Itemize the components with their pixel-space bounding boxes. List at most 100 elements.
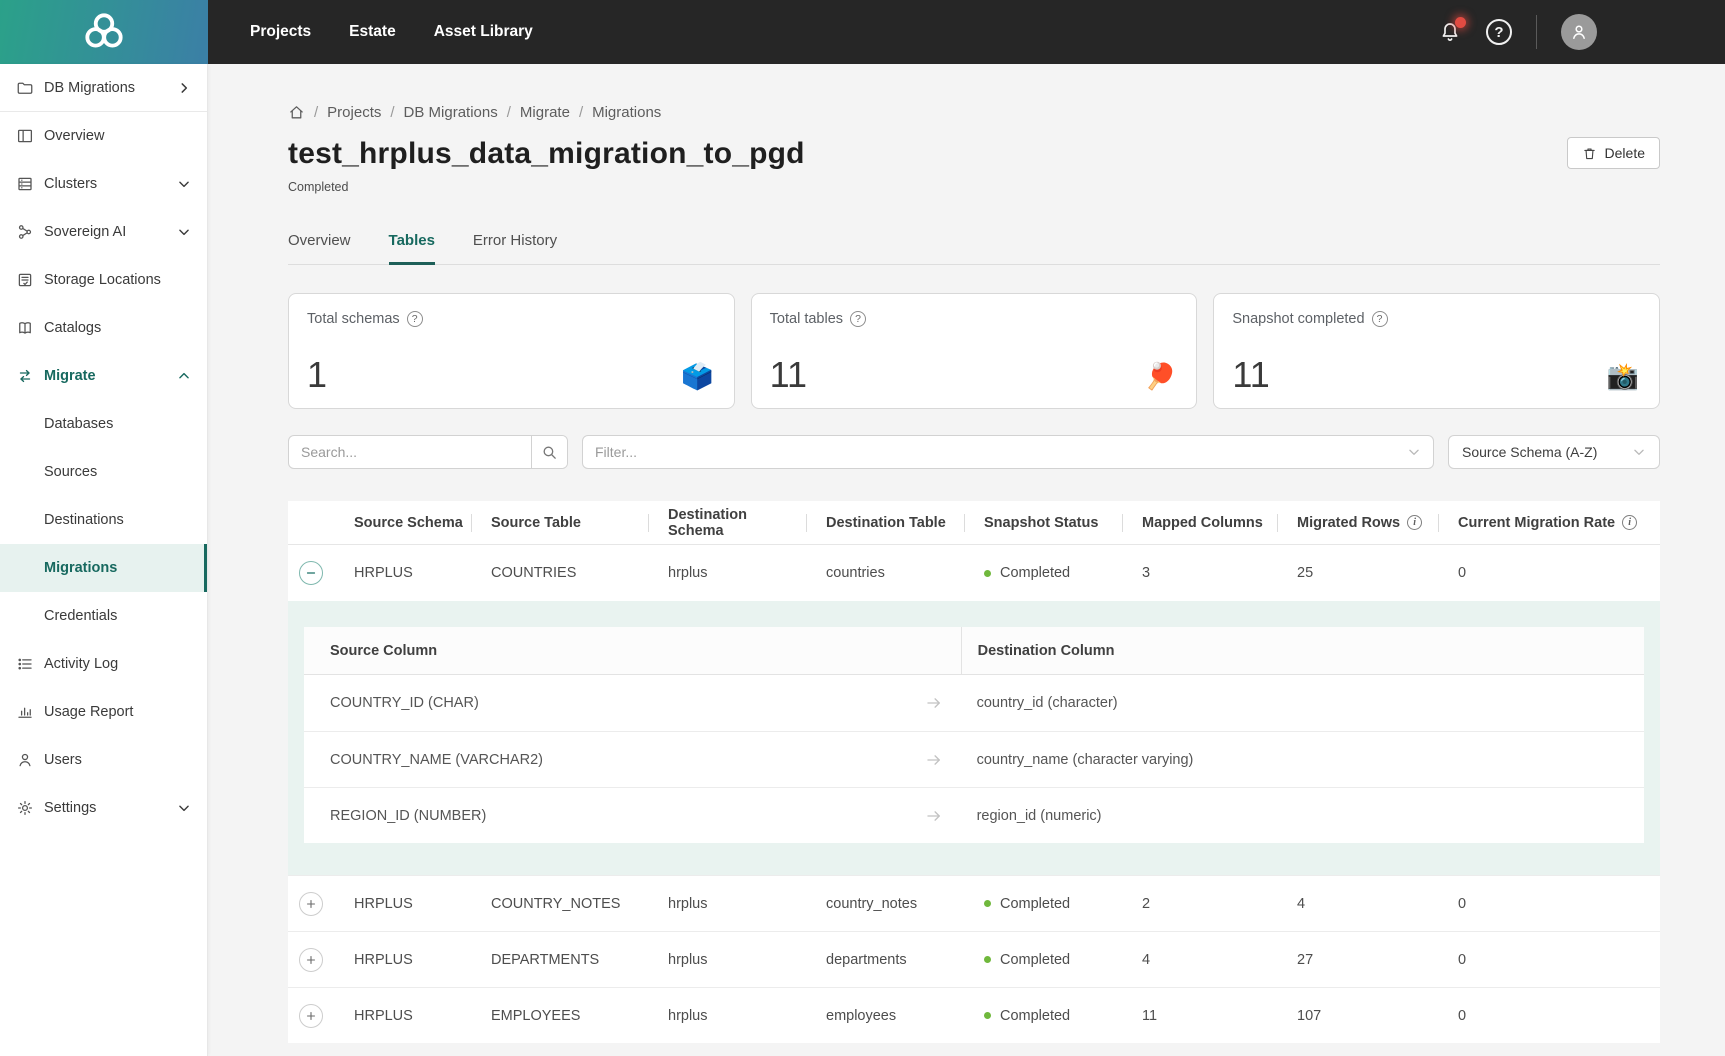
col-destination-column: Destination Column [961, 627, 1644, 674]
sort-select[interactable]: Source Schema (A-Z) [1448, 435, 1660, 469]
app-root: Projects Estate Asset Library ? [0, 0, 1725, 1056]
migration-status-text: Completed [288, 180, 805, 194]
clusters-icon [16, 175, 34, 193]
sidebar-item-sources[interactable]: Sources [0, 448, 207, 496]
sidebar-item-activity-log[interactable]: Activity Log [0, 640, 207, 688]
column-mapping-panel: Source Column Destination Column COUNTRY… [288, 601, 1660, 875]
migrate-sync-icon [16, 367, 34, 385]
column-mapping-table: Source Column Destination Column COUNTRY… [304, 627, 1644, 843]
table-row: HRPLUS EMPLOYEES hrplus employees Comple… [288, 987, 1660, 1043]
info-icon[interactable]: i [1622, 515, 1637, 530]
top-navbar: Projects Estate Asset Library ? [0, 0, 1725, 64]
brand-logo[interactable] [0, 0, 208, 64]
sidebar-item-migrate[interactable]: Migrate [0, 352, 207, 400]
tab-error-history[interactable]: Error History [473, 232, 557, 264]
col-migrated-rows: Migrated Rowsi [1277, 501, 1438, 544]
arrow-right-icon [925, 751, 943, 769]
overview-icon [16, 127, 34, 145]
users-person-icon [16, 751, 34, 769]
ping-pong-emoji-icon: 🏓 [1144, 361, 1176, 392]
sidebar-item-credentials[interactable]: Credentials [0, 592, 207, 640]
expand-row-button[interactable] [299, 1004, 323, 1028]
folder-icon [16, 79, 34, 97]
table-controls: Source Schema (A-Z) [288, 435, 1660, 469]
tab-bar: Overview Tables Error History [288, 232, 1660, 265]
primary-nav: Projects Estate Asset Library [250, 0, 533, 64]
status-dot-icon [984, 570, 991, 577]
status-badge: Completed [964, 896, 1122, 912]
sidebar-item-migrations[interactable]: Migrations [0, 544, 207, 592]
chevron-down-icon [1632, 445, 1646, 459]
sovereign-ai-icon [16, 223, 34, 241]
help-tooltip-icon[interactable]: ? [850, 311, 866, 327]
expand-row-button[interactable] [299, 948, 323, 972]
sidebar-item-overview[interactable]: Overview [0, 112, 207, 160]
notifications-bell-icon[interactable] [1438, 20, 1462, 44]
sidebar-item-settings[interactable]: Settings [0, 784, 207, 832]
breadcrumb-migrations[interactable]: Migrations [592, 104, 661, 121]
stat-cards: Total schemas ? 1 🗳️ Total tables ? 11 🏓 [288, 293, 1660, 409]
col-current-migration-rate: Current Migration Ratei [1438, 501, 1660, 544]
info-icon[interactable]: i [1407, 515, 1422, 530]
mapping-header-row: Source Column Destination Column [304, 627, 1644, 675]
expand-row-button[interactable] [299, 892, 323, 916]
sidebar-item-storage-locations[interactable]: Storage Locations [0, 256, 207, 304]
sidebar-item-sovereign-ai[interactable]: Sovereign AI [0, 208, 207, 256]
tab-tables[interactable]: Tables [389, 232, 435, 265]
nav-link-estate[interactable]: Estate [349, 23, 396, 41]
chevron-down-icon [177, 801, 191, 815]
migration-tables-table: Source Schema Source Table Destination S… [288, 501, 1660, 1043]
table-row: HRPLUS COUNTRY_NOTES hrplus country_note… [288, 875, 1660, 931]
chevron-down-icon [177, 225, 191, 239]
home-icon[interactable] [288, 104, 305, 121]
table-header-row: Source Schema Source Table Destination S… [288, 501, 1660, 545]
help-icon[interactable]: ? [1486, 19, 1512, 45]
nav-link-asset-library[interactable]: Asset Library [434, 23, 533, 41]
navbar-divider [1536, 15, 1537, 49]
help-tooltip-icon[interactable]: ? [407, 311, 423, 327]
stat-card-snapshot-completed: Snapshot completed ? 11 📸 [1213, 293, 1660, 409]
breadcrumb-db-migrations[interactable]: DB Migrations [404, 104, 498, 121]
camera-emoji-icon: 📸 [1607, 361, 1639, 392]
filter-input[interactable] [595, 444, 1407, 460]
ballot-box-emoji-icon: 🗳️ [681, 361, 713, 392]
delete-button[interactable]: Delete [1567, 137, 1660, 169]
search-input[interactable] [289, 436, 531, 468]
stat-card-total-tables: Total tables ? 11 🏓 [751, 293, 1198, 409]
search-group [288, 435, 568, 469]
sidebar-item-db-migrations[interactable]: DB Migrations [0, 64, 207, 112]
search-icon[interactable] [531, 436, 567, 468]
col-destination-schema: Destination Schema [648, 501, 806, 544]
user-avatar[interactable] [1561, 14, 1597, 50]
filter-combobox [582, 435, 1434, 469]
breadcrumb-projects[interactable]: Projects [327, 104, 381, 121]
nav-link-projects[interactable]: Projects [250, 23, 311, 41]
status-dot-icon [984, 1012, 991, 1019]
chevron-up-icon [177, 369, 191, 383]
breadcrumb-migrate[interactable]: Migrate [520, 104, 570, 121]
total-schemas-value: 1 [307, 354, 327, 396]
catalogs-book-icon [16, 319, 34, 337]
sidebar-item-usage-report[interactable]: Usage Report [0, 688, 207, 736]
storage-icon [16, 271, 34, 289]
sidebar-item-destinations[interactable]: Destinations [0, 496, 207, 544]
mapping-row: COUNTRY_NAME (VARCHAR2) country_name (ch… [304, 731, 1644, 787]
collapse-row-button[interactable] [299, 561, 323, 585]
col-source-column: Source Column [304, 627, 961, 674]
activity-log-icon [16, 655, 34, 673]
sidebar-item-clusters[interactable]: Clusters [0, 160, 207, 208]
col-source-schema: Source Schema [334, 501, 471, 544]
sidebar-item-databases[interactable]: Databases [0, 400, 207, 448]
mapping-row: REGION_ID (NUMBER) region_id (numeric) [304, 787, 1644, 843]
help-tooltip-icon[interactable]: ? [1372, 311, 1388, 327]
trash-icon [1582, 146, 1597, 161]
table-row: HRPLUS DEPARTMENTS hrplus departments Co… [288, 931, 1660, 987]
chevron-down-icon[interactable] [1407, 445, 1421, 459]
tab-overview[interactable]: Overview [288, 232, 351, 264]
total-tables-value: 11 [770, 354, 807, 396]
main-content: / Projects / DB Migrations / Migrate / M… [208, 64, 1725, 1056]
mapping-row: COUNTRY_ID (CHAR) country_id (character) [304, 675, 1644, 731]
sidebar-item-users[interactable]: Users [0, 736, 207, 784]
sidebar: DB Migrations Overview Clusters [0, 64, 208, 1056]
sidebar-item-catalogs[interactable]: Catalogs [0, 304, 207, 352]
